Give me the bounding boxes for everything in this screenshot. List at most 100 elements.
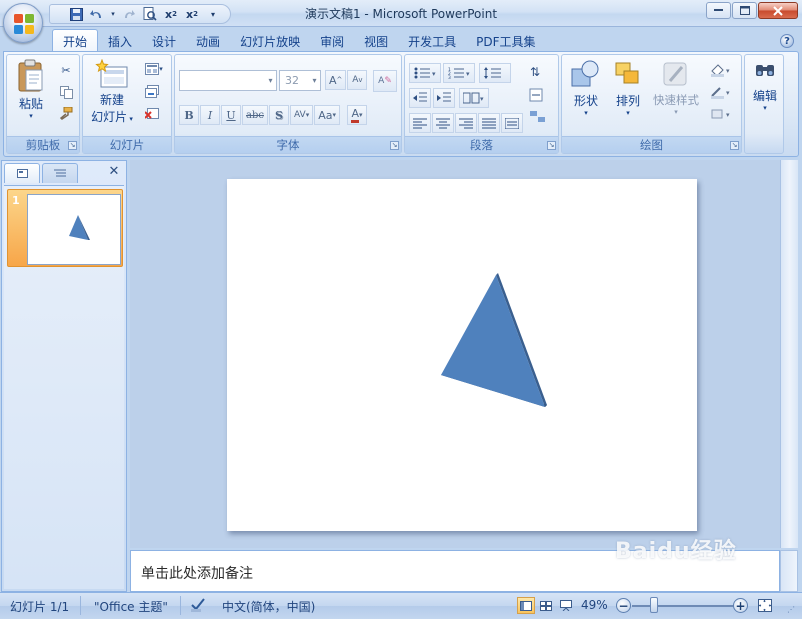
- fit-to-window-icon[interactable]: [756, 597, 774, 614]
- font-name-dropdown-icon[interactable]: ▾: [265, 71, 276, 90]
- svg-text:3: 3: [448, 75, 451, 79]
- columns-icon[interactable]: ▾: [459, 88, 489, 108]
- paragraph-group-label: 段落: [405, 136, 558, 153]
- paragraph-launcher-icon[interactable]: ↘: [547, 141, 556, 150]
- tab-4[interactable]: 幻灯片放映: [230, 30, 310, 52]
- vertical-scrollbar[interactable]: [780, 160, 798, 548]
- tab-0[interactable]: 开始: [52, 29, 99, 52]
- justify-icon[interactable]: [478, 113, 500, 133]
- close-pane-icon[interactable]: ✕: [106, 164, 122, 180]
- line-spacing-icon[interactable]: [479, 63, 511, 83]
- status-bar: 幻灯片 1/1 "Office 主题" 中文(简体，中国) 49% − + ⋰: [0, 592, 802, 619]
- text-direction-icon[interactable]: ⇅: [525, 61, 551, 81]
- text-shadow-icon[interactable]: S: [268, 105, 289, 125]
- shape-fill-icon[interactable]: ▾: [706, 61, 736, 79]
- font-launcher-icon[interactable]: ↘: [390, 141, 399, 150]
- slide-editing-area: [130, 160, 780, 548]
- drawing-launcher-icon[interactable]: ↘: [730, 141, 739, 150]
- resize-grip-icon[interactable]: ⋰: [787, 605, 795, 614]
- zoom-level[interactable]: 49%: [581, 598, 608, 612]
- font-name-field[interactable]: ▾: [179, 70, 277, 91]
- paste-button[interactable]: 粘贴 ▾: [11, 59, 51, 120]
- increase-indent-icon[interactable]: [433, 88, 455, 108]
- language-status[interactable]: 中文(简体，中国): [222, 598, 315, 615]
- svg-text:⇅: ⇅: [530, 65, 540, 79]
- grow-font-icon[interactable]: A ^: [325, 70, 347, 90]
- font-color-icon[interactable]: A ▾: [347, 105, 368, 125]
- slides-tab[interactable]: [4, 163, 40, 183]
- baidu-watermark-url: jingyan.baidu.com: [672, 576, 765, 587]
- reset-slide-icon[interactable]: [143, 82, 161, 100]
- decrease-indent-icon[interactable]: [409, 88, 431, 108]
- character-spacing-icon[interactable]: AV ▾: [289, 105, 314, 125]
- font-size-field[interactable]: 32 ▾: [279, 70, 321, 91]
- triangle-shape[interactable]: [227, 179, 697, 531]
- thumbnail-triangle-shape: [69, 215, 90, 240]
- shapes-button[interactable]: 形状 ▾: [566, 59, 606, 117]
- shapes-label: 形状: [573, 94, 598, 108]
- italic-icon[interactable]: I: [200, 105, 220, 125]
- clipboard-launcher-icon[interactable]: ↘: [68, 141, 77, 150]
- restore-button[interactable]: [732, 2, 757, 19]
- zoom-slider-track[interactable]: [632, 605, 736, 607]
- copy-icon[interactable]: [57, 83, 75, 101]
- tab-8[interactable]: PDF工具集: [466, 30, 545, 52]
- minimize-button[interactable]: [706, 2, 731, 19]
- zoom-in-icon[interactable]: +: [733, 598, 748, 613]
- format-painter-icon[interactable]: [57, 105, 75, 123]
- align-text-icon[interactable]: [525, 85, 551, 105]
- notes-scrollbar[interactable]: [780, 550, 798, 592]
- outline-tab[interactable]: [42, 163, 78, 183]
- bold-icon[interactable]: B: [179, 105, 199, 125]
- smartart-icon[interactable]: [525, 107, 551, 127]
- quick-styles-button[interactable]: 快速样式 ▾: [650, 59, 702, 116]
- font-size-dropdown-icon[interactable]: ▾: [309, 71, 320, 90]
- help-icon[interactable]: ?: [780, 34, 794, 48]
- normal-view-icon[interactable]: [517, 597, 535, 614]
- pane-tabs: [4, 163, 80, 185]
- office-logo-icon: [14, 14, 34, 34]
- tab-5[interactable]: 审阅: [310, 30, 354, 52]
- new-slide-dropdown-icon: ▾: [127, 115, 133, 123]
- shape-effects-icon[interactable]: ▾: [706, 105, 736, 123]
- slides-group-label: 幻灯片: [83, 136, 171, 153]
- font-format-row: B I U abc S AV ▾ Aa ▾ A ▾: [179, 105, 368, 125]
- clear-formatting-icon[interactable]: A ✎: [373, 70, 397, 92]
- paste-label: 粘贴: [18, 97, 43, 111]
- bullets-icon[interactable]: ▾: [409, 63, 441, 83]
- tab-1[interactable]: 插入: [98, 30, 142, 52]
- quick-styles-dropdown-icon: ▾: [674, 108, 678, 116]
- clipboard-group: 粘贴 ▾ ✂ 剪贴板 ↘: [6, 54, 80, 154]
- underline-icon[interactable]: U: [221, 105, 241, 125]
- align-left-icon[interactable]: [409, 113, 431, 133]
- slide-canvas[interactable]: [227, 179, 697, 531]
- zoom-slider-thumb[interactable]: [650, 597, 658, 613]
- numbering-icon[interactable]: 1 2 3 ▾: [443, 63, 475, 83]
- shape-outline-icon[interactable]: ▾: [706, 83, 736, 101]
- zoom-out-icon[interactable]: −: [616, 598, 631, 613]
- editing-button[interactable]: 编辑 ▾: [747, 61, 783, 112]
- slide-layout-icon[interactable]: ▾: [143, 60, 165, 78]
- spell-check-icon[interactable]: [190, 597, 206, 616]
- new-slide-button[interactable]: 新建 幻灯片 ▾: [87, 59, 137, 125]
- align-center-icon[interactable]: [432, 113, 454, 133]
- strikethrough-icon[interactable]: abc: [242, 105, 268, 125]
- cut-icon[interactable]: ✂: [57, 61, 75, 79]
- office-button[interactable]: [3, 3, 43, 43]
- tab-3[interactable]: 动画: [186, 30, 230, 52]
- slide-sorter-view-icon[interactable]: [537, 597, 555, 614]
- slide-show-view-icon[interactable]: [557, 597, 575, 614]
- theme-status[interactable]: "Office 主题": [94, 598, 168, 615]
- tab-7[interactable]: 开发工具: [398, 30, 466, 52]
- close-button[interactable]: [758, 2, 798, 19]
- tab-2[interactable]: 设计: [142, 30, 186, 52]
- slides-tab-icon: [16, 169, 28, 178]
- change-case-icon[interactable]: Aa ▾: [314, 105, 341, 125]
- shrink-font-icon[interactable]: Av: [347, 70, 368, 90]
- distributed-icon[interactable]: [501, 113, 523, 133]
- tab-6[interactable]: 视图: [354, 30, 398, 52]
- align-right-icon[interactable]: [455, 113, 477, 133]
- slide-thumbnail[interactable]: 1: [7, 189, 123, 267]
- delete-slide-icon[interactable]: [143, 104, 161, 122]
- arrange-button[interactable]: 排列 ▾: [608, 59, 648, 117]
